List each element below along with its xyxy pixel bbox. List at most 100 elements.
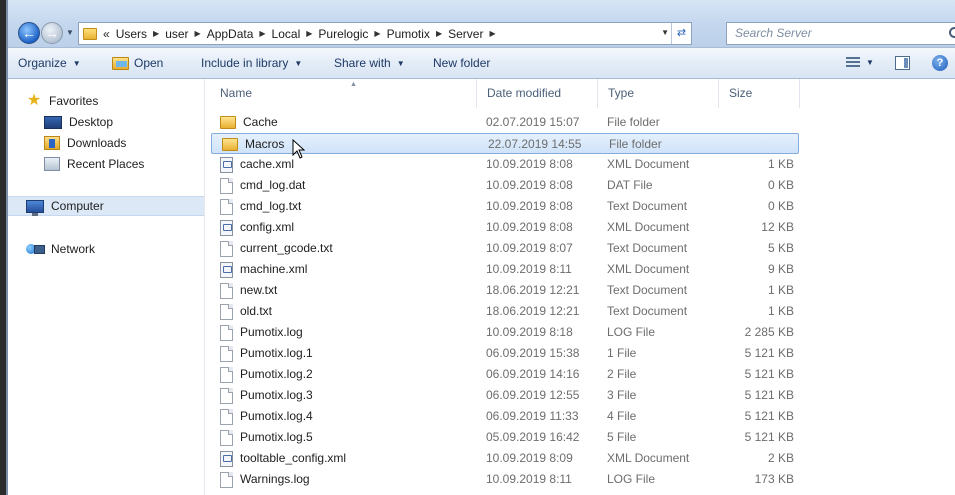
file-size: 2 285 KB [744,325,794,339]
breadcrumb-user[interactable]: user [165,27,188,41]
file-size [734,112,794,133]
breadcrumb-appdata[interactable]: AppData [207,27,254,41]
share-with-button[interactable]: Share with ▼ [334,56,405,70]
file-name-cell: machine.xml [220,259,307,280]
breadcrumb-local[interactable]: Local [272,27,301,41]
breadcrumb-pumotix[interactable]: Pumotix [387,27,430,41]
file-row[interactable]: new.txt 18.06.2019 12:21 Text Document 1 KB [210,280,800,301]
folder-icon [222,138,238,151]
help-icon[interactable]: ? [932,55,948,71]
back-button[interactable]: ← [18,22,40,44]
xml-file-icon [220,156,233,173]
file-date-modified: 18.06.2019 12:21 [486,283,580,297]
file-name-cell: Pumotix.log.5 [220,427,313,448]
nav-downloads[interactable]: Downloads [44,133,126,153]
forward-button[interactable]: → [41,22,63,44]
chevron-right-icon[interactable]: ▶ [153,29,159,38]
chevron-right-icon[interactable]: ▶ [374,29,380,38]
address-bar[interactable]: « Users ▶ user ▶ AppData ▶ Local ▶ Purel… [78,22,692,45]
column-header-name[interactable]: Name ▲ [210,79,477,108]
file-date-modified: 06.09.2019 14:16 [486,367,580,381]
nav-favorites[interactable]: ★ Favorites [26,91,99,111]
column-header-size[interactable]: Size [719,79,800,108]
chevron-down-icon: ▼ [294,58,303,68]
file-row[interactable]: Pumotix.log.3 06.09.2019 12:55 3 File 5 121… [210,385,800,406]
breadcrumb-users[interactable]: Users [116,27,147,41]
file-row[interactable]: cmd_log.dat 10.09.2019 8:08 DAT File 0 KB [210,175,800,196]
file-icon [220,408,233,425]
star-icon: ★ [26,92,42,109]
nav-computer[interactable]: Computer [8,196,204,216]
file-row[interactable]: machine.xml 10.09.2019 8:11 XML Document 9 … [210,259,800,280]
forward-arrow-icon: → [45,25,59,41]
nav-desktop[interactable]: Desktop [44,112,113,132]
include-in-library-button[interactable]: Include in library ▼ [201,56,302,70]
file-size: 5 121 KB [744,388,794,402]
xml-file-icon [220,219,233,236]
file-type: 4 File [607,409,637,423]
file-name-cell: cmd_log.txt [220,196,301,217]
file-row[interactable]: Cache 02.07.2019 15:07 File folder [210,112,800,133]
chevron-right-icon[interactable]: ▶ [195,29,201,38]
chevron-down-icon[interactable]: ▼ [866,58,874,67]
mouse-cursor-icon [292,139,306,159]
desktop-icon [44,115,62,129]
file-size [732,134,792,155]
file-date-modified: 06.09.2019 11:33 [486,409,579,423]
recent-pages-dropdown[interactable]: ▼ [65,28,75,38]
nav-network[interactable]: Network [26,239,95,259]
preview-pane-icon[interactable] [895,56,910,70]
chevron-right-icon[interactable]: ▶ [306,29,312,38]
column-size-label: Size [729,86,753,100]
folder-icon [220,116,236,129]
breadcrumb-purelogic[interactable]: Purelogic [318,27,368,41]
file-row[interactable]: Pumotix.log.5 05.09.2019 16:42 5 File 5 121… [210,427,800,448]
file-name-cell: Pumotix.log.4 [220,406,313,427]
file-row[interactable]: Pumotix.log.2 06.09.2019 14:16 2 File 5 121… [210,364,800,385]
nav-recent-places[interactable]: Recent Places [44,154,144,174]
file-row[interactable]: tooltable_config.xml 10.09.2019 8:09 XML D… [210,448,800,469]
chevron-down-icon[interactable]: ▼ [661,28,669,37]
chevron-right-icon[interactable]: ▶ [259,29,265,38]
refresh-icon: ⇄ [676,27,687,39]
pane-splitter[interactable] [204,79,209,495]
column-type-label: Type [608,86,635,100]
file-row[interactable]: cmd_log.txt 10.09.2019 8:08 Text Document 0… [210,196,800,217]
file-row[interactable]: Pumotix.log.1 06.09.2019 15:38 1 File 5 121… [210,343,800,364]
file-date-modified: 10.09.2019 8:08 [486,157,573,171]
file-type: LOG File [607,325,656,339]
chevron-right-icon[interactable]: ▶ [436,29,442,38]
nav-desktop-label: Desktop [69,115,114,129]
file-type: Text Document [607,304,688,318]
column-header-date-modified[interactable]: Date modified [477,79,598,108]
file-name: Pumotix.log.4 [240,409,313,423]
search-icon[interactable] [949,27,955,38]
open-button[interactable]: Open [112,56,163,70]
file-date-modified: 10.09.2019 8:11 [486,262,572,276]
file-type: 1 File [607,346,637,360]
file-row[interactable]: Warnings.log 10.09.2019 8:11 LOG File 173 K… [210,469,800,490]
file-row[interactable]: Pumotix.log.4 06.09.2019 11:33 4 File 5 121… [210,406,800,427]
computer-icon [26,199,44,216]
file-name: Pumotix.log.2 [240,367,313,381]
file-name: Pumotix.log.1 [240,346,313,360]
breadcrumb-server[interactable]: Server [448,27,483,41]
column-header-type[interactable]: Type [598,79,719,108]
file-type: DAT File [607,178,653,192]
file-row[interactable]: old.txt 18.06.2019 12:21 Text Document 1 KB [210,301,800,322]
search-input[interactable]: Search Server [726,22,955,45]
file-size: 9 KB [767,262,794,276]
network-icon [26,242,45,256]
organize-button[interactable]: Organize ▼ [18,56,81,70]
file-icon [220,471,233,488]
new-folder-button[interactable]: New folder [433,56,490,70]
file-row[interactable]: current_gcode.txt 10.09.2019 8:07 Text Doc… [210,238,800,259]
file-row[interactable]: config.xml 10.09.2019 8:08 XML Document 12 … [210,217,800,238]
file-row[interactable]: Pumotix.log 10.09.2019 8:18 LOG File 2 285 … [210,322,800,343]
refresh-button[interactable]: ⇄ [671,23,691,44]
file-size: 1 KB [767,157,794,171]
chevron-right-icon[interactable]: ▶ [489,29,495,38]
sort-arrow-icon: ▲ [350,81,357,88]
views-icon[interactable] [846,57,860,69]
breadcrumb-overflow[interactable]: « [103,27,110,41]
